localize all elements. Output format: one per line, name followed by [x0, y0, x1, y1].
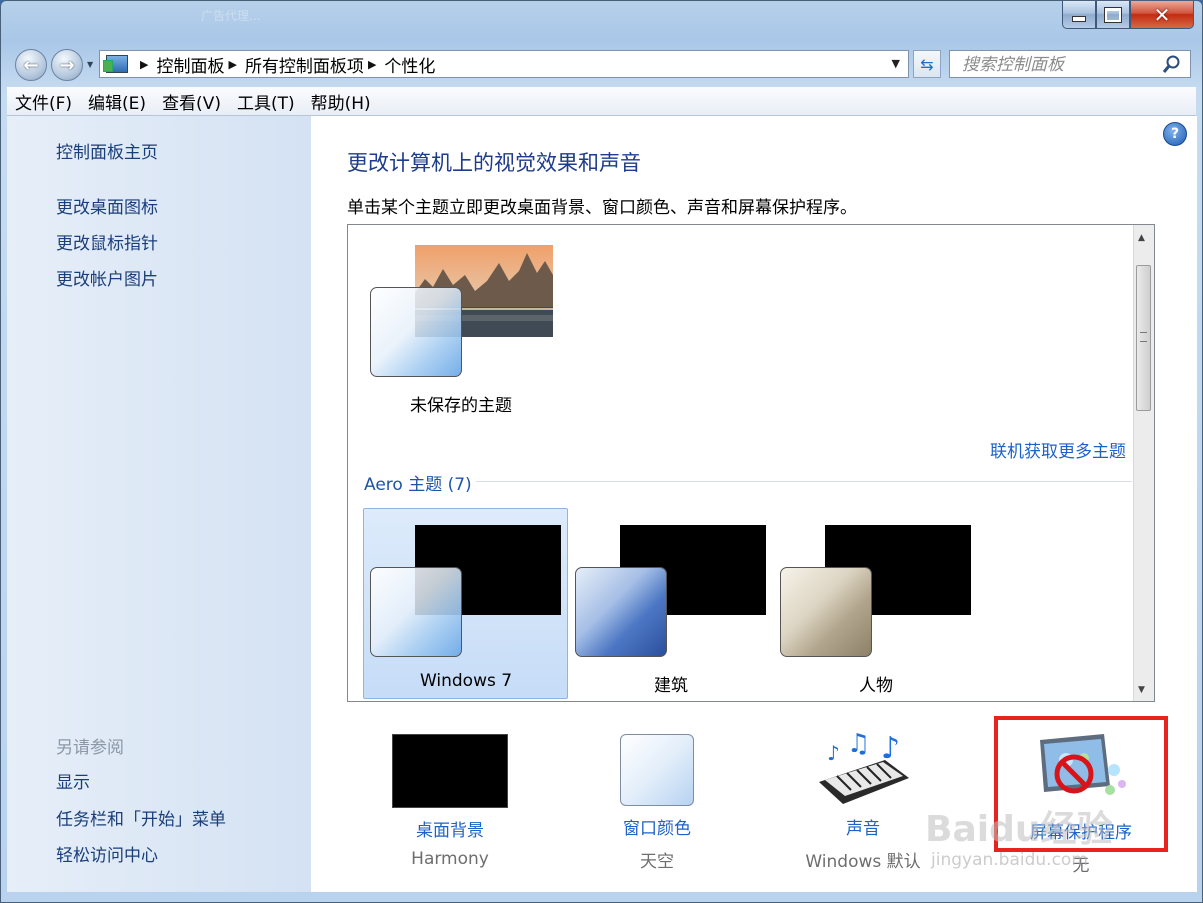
sounds-icon: ♪ ♫ ♪ — [819, 730, 909, 804]
desktop-background-value: Harmony — [411, 849, 489, 869]
theme-architecture-label: 建筑 — [654, 676, 688, 696]
screen-saver-value: 无 — [1072, 856, 1090, 876]
menu-view[interactable]: 查看(V) — [154, 89, 229, 114]
help-button[interactable]: ? — [1163, 122, 1187, 146]
search-input[interactable] — [960, 52, 1164, 78]
page-title: 更改计算机上的视觉效果和声音 — [347, 151, 641, 175]
menu-help[interactable]: 帮助(H) — [303, 89, 379, 114]
main-content: ? 更改计算机上的视觉效果和声音 单击某个主题立即更改桌面背景、窗口颜色、声音和… — [311, 116, 1197, 892]
search-box[interactable] — [949, 50, 1191, 78]
sounds-link[interactable]: 声音 — [783, 814, 943, 839]
unsaved-theme-label: 未保存的主题 — [410, 396, 512, 416]
theme-list[interactable]: 未保存的主题 联机获取更多主题 Aero 主题 (7) Windows 7 建筑… — [347, 224, 1155, 702]
scrollbar-thumb[interactable] — [1136, 265, 1151, 411]
maximize-button[interactable] — [1096, 1, 1130, 29]
change-mouse-pointers-link[interactable]: 更改鼠标指针 — [56, 229, 158, 254]
menu-tools[interactable]: 工具(T) — [229, 89, 303, 114]
caption-buttons: ✕ — [1062, 1, 1194, 29]
window-color-link[interactable]: 窗口颜色 — [577, 814, 737, 839]
sounds-value: Windows 默认 — [805, 852, 921, 872]
control-panel-home-link[interactable]: 控制面板主页 — [56, 138, 158, 163]
close-icon: ✕ — [1153, 2, 1171, 27]
theme-architecture-tile[interactable]: 建筑 — [575, 525, 779, 696]
minimize-icon — [1072, 15, 1086, 22]
window-color-item[interactable]: 窗口颜色 天空 — [577, 734, 737, 872]
window-color-icon — [620, 734, 694, 806]
ease-of-access-link[interactable]: 轻松访问中心 — [56, 841, 158, 866]
breadcrumb-personalization[interactable]: 个性化 — [384, 52, 435, 77]
desktop-background-link[interactable]: 桌面背景 — [370, 816, 530, 841]
window: 广告代理... ✕ ← → ▼ ▶ 控制面板 ▶ 所有控制面板项 ▶ 个性化 ▼… — [0, 0, 1203, 903]
breadcrumb-separator-icon[interactable]: ▶ — [140, 58, 148, 71]
theme-list-scrollbar[interactable]: ▲ ▼ — [1133, 225, 1154, 701]
recent-pages-dropdown[interactable]: ▼ — [87, 60, 93, 69]
close-button[interactable]: ✕ — [1130, 1, 1194, 29]
address-bar[interactable]: ▶ 控制面板 ▶ 所有控制面板项 ▶ 个性化 ▼ — [99, 50, 909, 78]
help-icon: ? — [1170, 126, 1180, 142]
refresh-icon: ⇆ — [920, 54, 934, 74]
window-color-value: 天空 — [640, 852, 674, 872]
theme-characters-tile[interactable]: 人物 — [780, 525, 984, 696]
breadcrumb-control-panel[interactable]: 控制面板 — [156, 52, 224, 77]
desktop-background-icon — [392, 734, 508, 808]
aero-themes-heading: Aero 主题 (7) — [364, 475, 472, 495]
control-panel-icon — [103, 55, 128, 73]
see-also-heading: 另请参阅 — [56, 738, 124, 758]
menu-file[interactable]: 文件(F) — [7, 89, 80, 114]
forward-button[interactable]: → — [51, 49, 83, 81]
change-desktop-icons-link[interactable]: 更改桌面图标 — [56, 193, 158, 218]
menu-edit[interactable]: 编辑(E) — [80, 89, 154, 114]
minimize-button[interactable] — [1062, 1, 1096, 29]
sounds-item[interactable]: ♪ ♫ ♪ 声音 Windows 默认 — [783, 730, 943, 872]
search-icon[interactable] — [1162, 54, 1182, 74]
unsaved-theme-glass-swatch — [370, 287, 462, 377]
scroll-down-icon[interactable]: ▼ — [1138, 685, 1145, 695]
window-title: 广告代理... — [201, 9, 261, 23]
theme-windows7-tile[interactable]: Windows 7 — [370, 525, 574, 695]
svg-text:♪: ♪ — [827, 741, 840, 765]
address-dropdown-icon[interactable]: ▼ — [892, 57, 900, 70]
scroll-up-icon[interactable]: ▲ — [1138, 233, 1145, 243]
change-account-picture-link[interactable]: 更改帐户图片 — [56, 265, 158, 290]
task-pane: 控制面板主页 更改桌面图标 更改鼠标指针 更改帐户图片 另请参阅 显示 任务栏和… — [7, 116, 311, 892]
page-description: 单击某个主题立即更改桌面背景、窗口颜色、声音和屏幕保护程序。 — [347, 198, 857, 218]
theme-windows7-label: Windows 7 — [419, 671, 513, 691]
characters-glass-swatch — [780, 567, 872, 657]
breadcrumb-separator-icon[interactable]: ▶ — [228, 58, 236, 71]
windows7-glass-swatch — [370, 567, 462, 657]
theme-characters-label: 人物 — [859, 676, 893, 696]
back-arrow-icon: ← — [23, 54, 39, 76]
maximize-icon — [1104, 6, 1122, 23]
refresh-button[interactable]: ⇆ — [913, 50, 941, 78]
title-bar: 广告代理... ✕ — [1, 1, 1202, 41]
scroll-grip-icon — [1140, 332, 1147, 342]
forward-arrow-icon: → — [59, 54, 75, 76]
menu-bar: 文件(F) 编辑(E) 查看(V) 工具(T) 帮助(H) — [7, 87, 1196, 116]
highlight-annotation-box — [994, 716, 1168, 852]
svg-text:♪: ♪ — [881, 731, 900, 766]
desktop-background-item[interactable]: 桌面背景 Harmony — [370, 734, 530, 869]
breadcrumb-separator-icon[interactable]: ▶ — [368, 58, 376, 71]
svg-text:♫: ♫ — [847, 730, 870, 759]
display-link[interactable]: 显示 — [56, 768, 90, 793]
taskbar-start-menu-link[interactable]: 任务栏和「开始」菜单 — [56, 805, 226, 830]
unsaved-theme-tile[interactable]: 未保存的主题 — [370, 245, 574, 425]
section-divider — [476, 481, 1132, 482]
architecture-glass-swatch — [575, 567, 667, 657]
back-button[interactable]: ← — [15, 49, 47, 81]
get-more-themes-online-link[interactable]: 联机获取更多主题 — [990, 437, 1126, 462]
navigation-bar: ← → ▼ ▶ 控制面板 ▶ 所有控制面板项 ▶ 个性化 ▼ ⇆ — [1, 45, 1202, 83]
breadcrumb-all-items[interactable]: 所有控制面板项 — [245, 52, 364, 77]
